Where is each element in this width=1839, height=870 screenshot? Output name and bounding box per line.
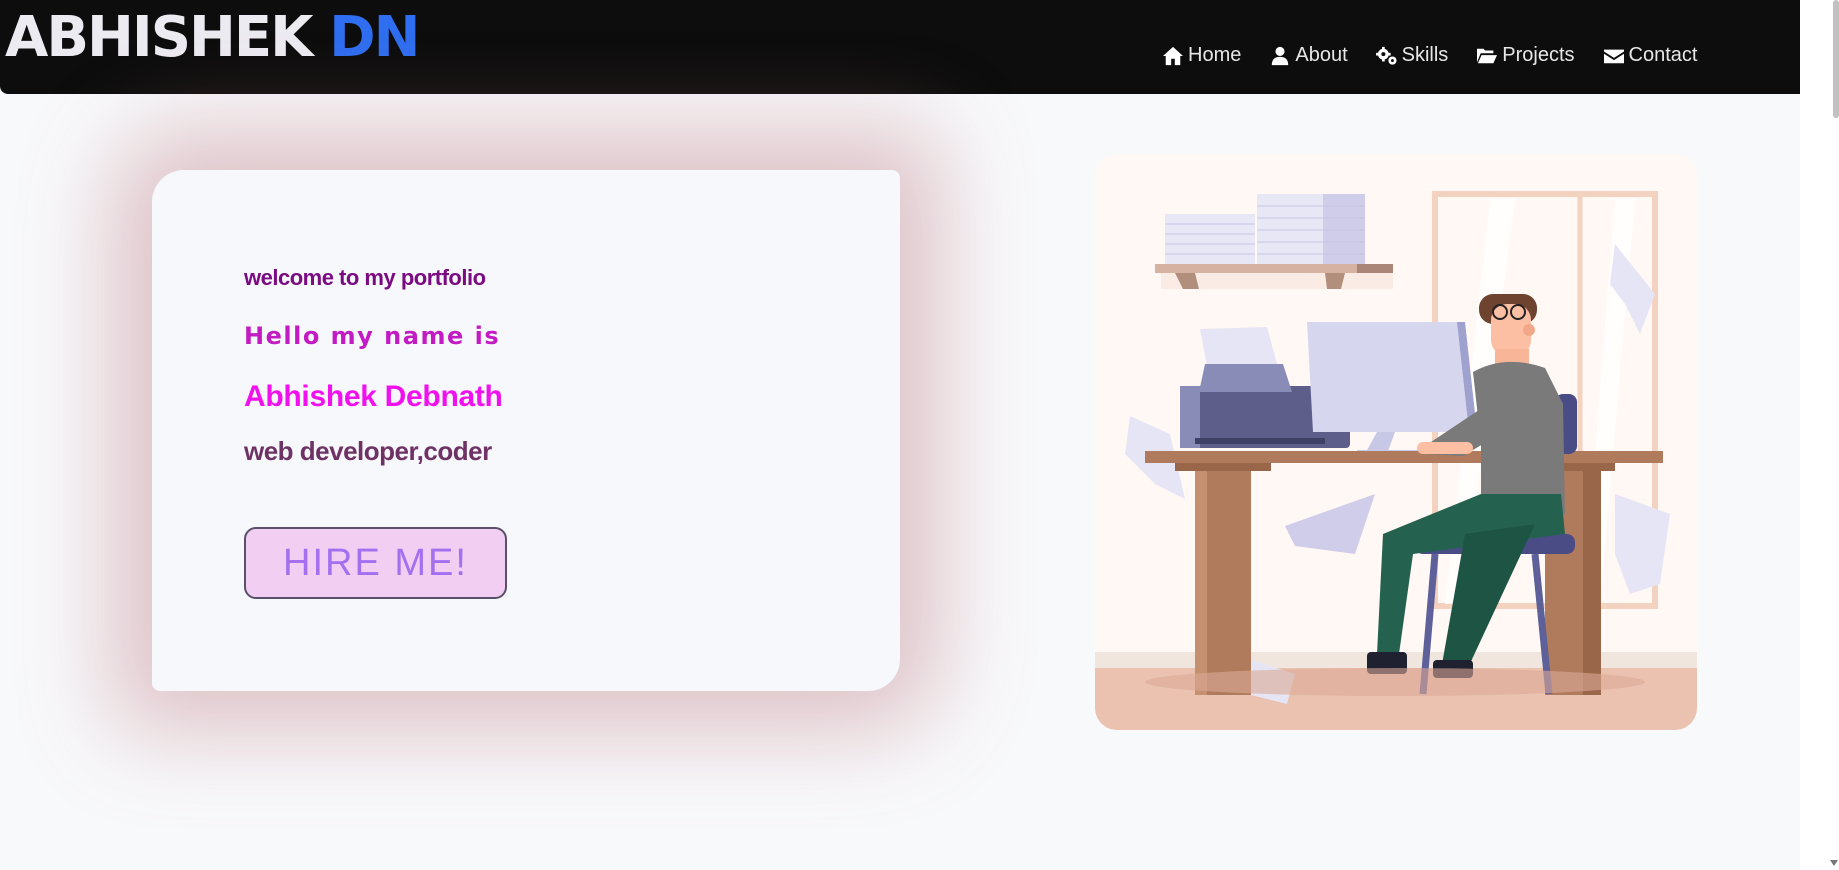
nav-about-label: About [1295, 44, 1348, 66]
developer-illustration [1095, 154, 1697, 730]
scroll-down-arrow-icon[interactable] [1830, 860, 1838, 866]
scrollbar-thumb[interactable] [1833, 0, 1839, 118]
full-name: Abhishek Debnath [244, 380, 503, 413]
home-icon [1163, 46, 1183, 65]
hello-text: Hello my name is [244, 322, 501, 350]
brand-logo[interactable]: ABHISHEK DN [5, 5, 420, 70]
main-nav: Home About Skills Projects Contact [1162, 44, 1697, 67]
user-icon [1272, 46, 1289, 65]
nav-about[interactable]: About [1269, 44, 1348, 67]
role-text: web developer,coder [244, 436, 492, 466]
nav-projects-label: Projects [1502, 44, 1575, 66]
folder-open-icon [1477, 48, 1498, 63]
nav-projects[interactable]: Projects [1476, 44, 1575, 67]
nav-home-label: Home [1188, 44, 1242, 66]
welcome-text: welcome to my portfolio [244, 265, 486, 290]
hire-me-button[interactable]: HIRE ME! [244, 527, 507, 599]
nav-contact-label: Contact [1628, 44, 1698, 66]
brand-first: ABHISHEK [5, 5, 314, 70]
navbar: ABHISHEK DN Home About Skills Projects C… [0, 0, 1831, 94]
page-scrollbar[interactable] [1800, 0, 1839, 870]
gears-icon [1375, 46, 1397, 65]
envelope-icon [1603, 49, 1624, 63]
brand-second: DN [329, 5, 420, 70]
nav-skills-label: Skills [1401, 44, 1449, 66]
intro-card: welcome to my portfolio Hello my name is… [152, 170, 900, 691]
nav-skills[interactable]: Skills [1375, 44, 1449, 67]
nav-home[interactable]: Home [1162, 44, 1241, 67]
nav-contact[interactable]: Contact [1603, 44, 1698, 67]
